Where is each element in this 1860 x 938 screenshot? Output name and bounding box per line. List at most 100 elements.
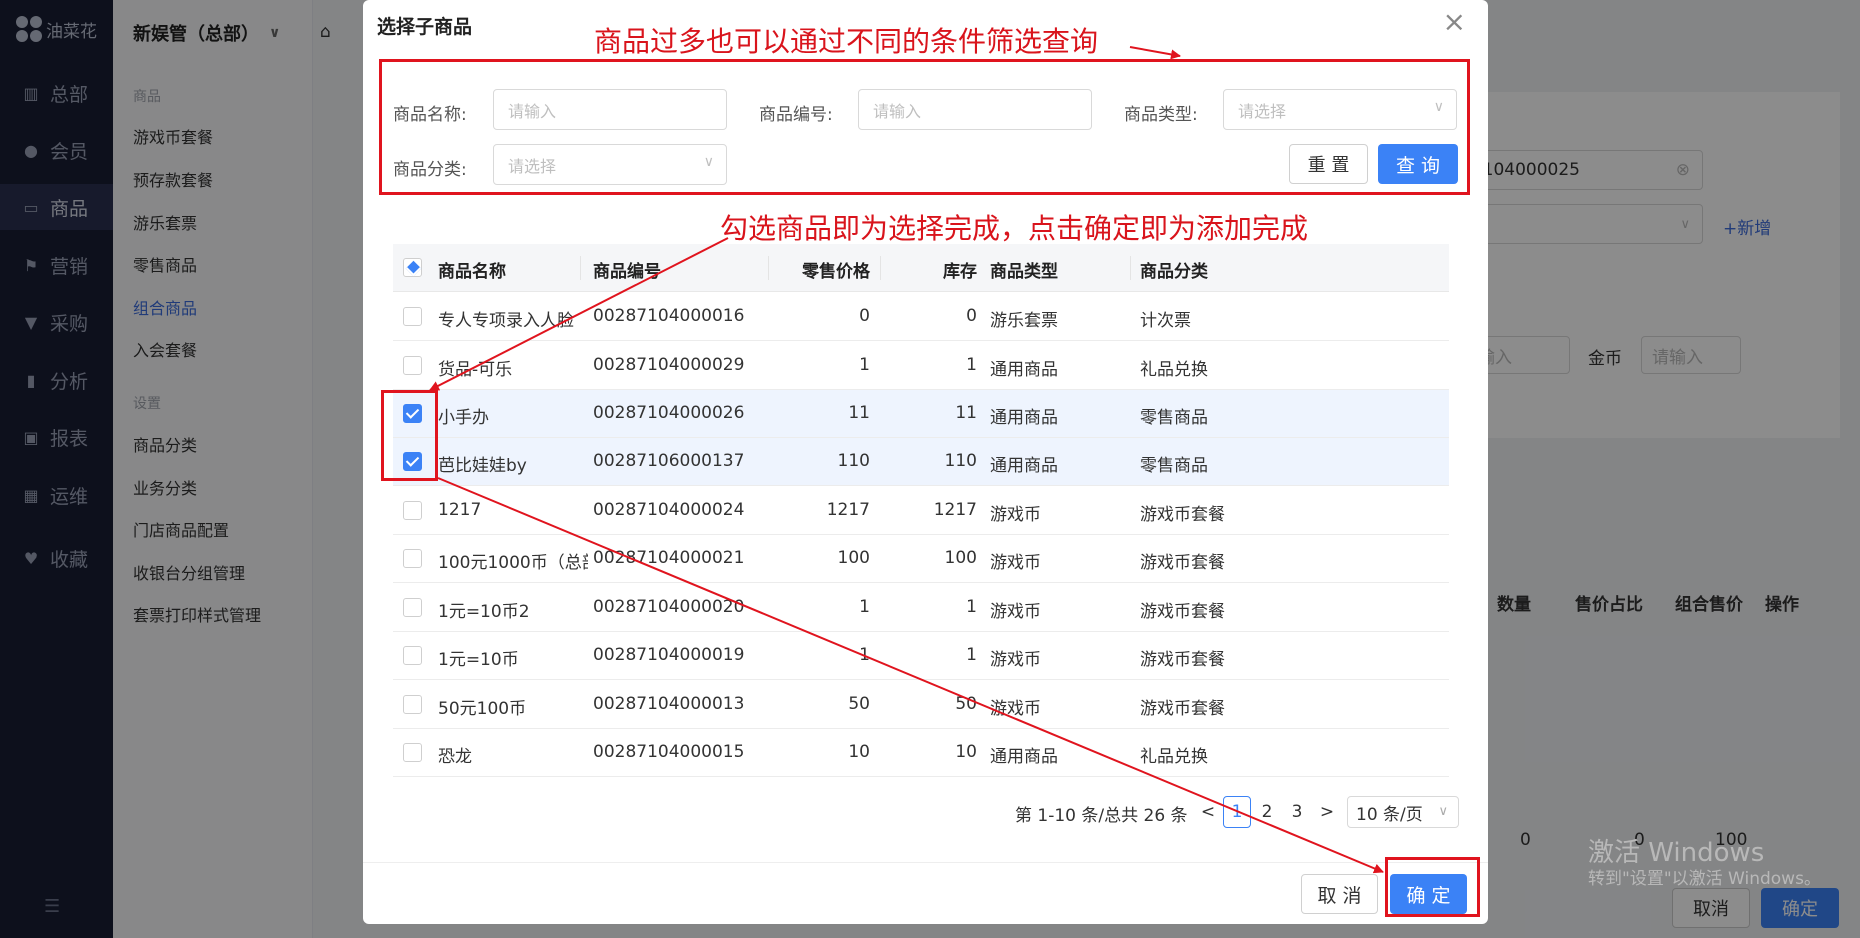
filter-highlight-box [379, 59, 1470, 195]
close-icon[interactable]: × [1443, 8, 1466, 36]
cell-stock: 110 [944, 451, 977, 471]
cell-name: 1元=10币 [438, 650, 519, 670]
cell-type: 游戏币 [990, 505, 1041, 525]
cell-category: 零售商品 [1140, 408, 1208, 428]
pagination-next[interactable]: > [1313, 796, 1341, 828]
th-type: 商品类型 [990, 262, 1058, 282]
cell-stock: 1 [966, 597, 977, 617]
table-row[interactable]: 100元1000币（总部... 00287104000021 100 100 游… [393, 535, 1449, 583]
cell-code: 00287104000019 [593, 645, 745, 665]
cell-price: 1 [859, 645, 870, 665]
table-row[interactable]: 小手办 00287104000026 11 11 通用商品 零售商品 [393, 390, 1449, 438]
row-checkbox[interactable] [403, 646, 422, 665]
cell-name: 1217 [438, 500, 482, 520]
row-checkbox[interactable] [403, 598, 422, 617]
cell-code: 00287104000024 [593, 500, 745, 520]
pagination-page-2[interactable]: 2 [1253, 796, 1281, 828]
cell-category: 游戏币套餐 [1140, 553, 1225, 573]
th-category: 商品分类 [1140, 262, 1208, 282]
cell-price: 1217 [826, 500, 870, 520]
cell-code: 00287104000016 [593, 306, 745, 326]
pagination-page-1[interactable]: 1 [1223, 796, 1251, 828]
select-annotation: 勾选商品即为选择完成，点击确定即为添加完成 [720, 212, 1309, 245]
cell-category: 零售商品 [1140, 456, 1208, 476]
cell-stock: 1 [966, 355, 977, 375]
table-row[interactable]: 专人专项录入人脸 00287104000016 0 0 游乐套票 计次票 [393, 293, 1449, 341]
cell-category: 礼品兑换 [1140, 747, 1208, 767]
cell-code: 00287104000021 [593, 548, 745, 568]
footer-divider [363, 862, 1488, 863]
windows-activation-watermark: 激活 Windows 转到"设置"以激活 Windows。 [1588, 838, 1821, 889]
cell-price: 100 [837, 548, 870, 568]
cell-category: 计次票 [1140, 311, 1191, 331]
cell-price: 50 [848, 694, 870, 714]
cancel-button[interactable]: 取 消 [1301, 874, 1378, 914]
cell-name: 1元=10币2 [438, 602, 530, 622]
row-checkbox[interactable] [403, 549, 422, 568]
th-divider [880, 256, 881, 280]
confirm-highlight-box [1385, 857, 1480, 917]
cell-stock: 0 [966, 306, 977, 326]
th-code: 商品编号 [593, 262, 661, 282]
th-divider [768, 256, 769, 280]
cell-type: 通用商品 [990, 456, 1058, 476]
cell-category: 游戏币套餐 [1140, 699, 1225, 719]
cell-code: 00287104000015 [593, 742, 745, 762]
cell-name: 专人专项录入人脸 [438, 311, 574, 331]
row-checkbox[interactable] [403, 307, 422, 326]
cell-name: 恐龙 [438, 747, 472, 767]
checkbox-highlight-box [381, 390, 438, 481]
table-row[interactable]: 50元100币 00287104000013 50 50 游戏币 游戏币套餐 [393, 681, 1449, 729]
th-divider [1130, 256, 1131, 280]
modal-title: 选择子商品 [377, 16, 473, 38]
cell-type: 通用商品 [990, 408, 1058, 428]
pagination-page-3[interactable]: 3 [1283, 796, 1311, 828]
row-checkbox[interactable] [403, 695, 422, 714]
cell-category: 游戏币套餐 [1140, 602, 1225, 622]
table-row[interactable]: 芭比娃娃by 00287106000137 110 110 通用商品 零售商品 [393, 438, 1449, 486]
pagination-total: 第 1-10 条/总共 26 条 [1015, 806, 1188, 826]
cell-stock: 1217 [933, 500, 977, 520]
th-price: 零售价格 [802, 262, 870, 282]
cell-stock: 50 [955, 694, 977, 714]
table-row[interactable]: 1217 00287104000024 1217 1217 游戏币 游戏币套餐 [393, 487, 1449, 535]
cell-type: 游戏币 [990, 602, 1041, 622]
page-size-select[interactable]: 10 条/页 ∨ [1347, 796, 1459, 828]
chevron-down-icon: ∨ [1438, 804, 1448, 819]
cell-price: 10 [848, 742, 870, 762]
cell-price: 1 [859, 597, 870, 617]
cell-category: 礼品兑换 [1140, 360, 1208, 380]
cell-category: 游戏币套餐 [1140, 505, 1225, 525]
cell-type: 通用商品 [990, 360, 1058, 380]
pagination-prev[interactable]: < [1194, 796, 1222, 828]
cell-type: 通用商品 [990, 747, 1058, 767]
cell-price: 11 [848, 403, 870, 423]
cell-name: 100元1000币（总部... [438, 553, 588, 573]
table-row[interactable]: 1元=10币2 00287104000020 1 1 游戏币 游戏币套餐 [393, 584, 1449, 632]
cell-name: 50元100币 [438, 699, 527, 719]
cell-stock: 1 [966, 645, 977, 665]
table-row[interactable]: 货品-可乐 00287104000029 1 1 通用商品 礼品兑换 [393, 342, 1449, 390]
cell-price: 0 [859, 306, 870, 326]
cell-code: 00287106000137 [593, 451, 745, 471]
th-stock: 库存 [943, 262, 977, 282]
cell-code: 00287104000029 [593, 355, 745, 375]
cell-price: 110 [837, 451, 870, 471]
cell-type: 游戏币 [990, 699, 1041, 719]
cell-stock: 100 [944, 548, 977, 568]
cell-type: 游乐套票 [990, 311, 1058, 331]
th-name: 商品名称 [438, 262, 506, 282]
filter-annotation: 商品过多也可以通过不同的条件筛选查询 [594, 25, 1099, 58]
row-checkbox[interactable] [403, 356, 422, 375]
cell-stock: 11 [955, 403, 977, 423]
select-all-checkbox[interactable] [403, 258, 422, 277]
cell-type: 游戏币 [990, 650, 1041, 670]
table-header: 商品名称 商品编号 零售价格 库存 商品类型 商品分类 [393, 244, 1449, 292]
table-row[interactable]: 1元=10币 00287104000019 1 1 游戏币 游戏币套餐 [393, 632, 1449, 680]
cell-code: 00287104000026 [593, 403, 745, 423]
row-checkbox[interactable] [403, 743, 422, 762]
cell-price: 1 [859, 355, 870, 375]
row-checkbox[interactable] [403, 501, 422, 520]
th-divider [580, 256, 581, 280]
table-row[interactable]: 恐龙 00287104000015 10 10 通用商品 礼品兑换 [393, 729, 1449, 777]
